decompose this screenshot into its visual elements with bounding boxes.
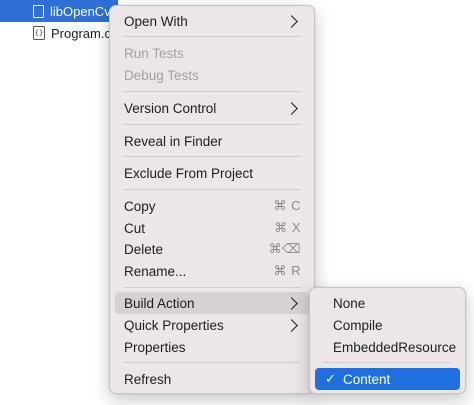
menu-item-rename[interactable]: Rename... ⌘ R [115, 260, 309, 282]
code-file-icon: {} [33, 26, 45, 40]
menu-item-reveal-in-finder[interactable]: Reveal in Finder [115, 130, 309, 152]
menu-separator [124, 124, 300, 125]
shortcut-label: ⌘ X [274, 220, 301, 235]
menu-item-refresh[interactable]: Refresh [115, 368, 309, 390]
chevron-right-icon [285, 318, 298, 332]
file-icon [33, 4, 44, 18]
menu-separator [324, 362, 451, 363]
shortcut-label: ⌘ R [273, 263, 301, 278]
checkmark-icon: ✓ [325, 371, 336, 386]
menu-separator [124, 362, 300, 363]
shortcut-label: ⌘⌫ [268, 241, 301, 256]
menu-item-exclude-from-project[interactable]: Exclude From Project [115, 162, 309, 184]
submenu-item-compile[interactable]: Compile [315, 314, 460, 336]
menu-separator [124, 189, 300, 190]
chevron-right-icon [285, 101, 298, 115]
menu-item-copy[interactable]: Copy ⌘ C [115, 195, 309, 217]
menu-item-build-action[interactable]: Build Action [115, 292, 309, 314]
tree-item-label: libOpenCvSh [50, 3, 118, 19]
shortcut-label: ⌘ C [273, 198, 301, 213]
menu-item-version-control[interactable]: Version Control [115, 97, 309, 119]
menu-separator [124, 156, 300, 157]
menu-item-run-tests: Run Tests [124, 45, 184, 61]
tree-item-program-cs[interactable]: {} Program.cs [0, 22, 118, 44]
menu-item-properties[interactable]: Properties [115, 336, 309, 358]
chevron-right-icon [285, 296, 298, 310]
menu-item-debug-tests: Debug Tests [124, 67, 199, 83]
tree-item-label: Program.cs [51, 25, 118, 41]
menu-separator [124, 36, 300, 37]
build-action-submenu: None Compile EmbeddedResource ✓ Content [309, 287, 466, 394]
submenu-item-none[interactable]: None [315, 292, 460, 314]
menu-item-open-with[interactable]: Open With [115, 10, 309, 32]
chevron-right-icon [285, 14, 298, 28]
menu-item-cut[interactable]: Cut ⌘ X [115, 217, 309, 239]
menu-item-quick-properties[interactable]: Quick Properties [115, 314, 309, 336]
submenu-item-embedded-resource[interactable]: EmbeddedResource [315, 336, 460, 358]
menu-separator [124, 287, 300, 288]
menu-separator [124, 91, 300, 92]
tree-item-libopencv[interactable]: libOpenCvSh [0, 0, 118, 22]
context-menu: Open With Run Tests Debug Tests Version … [109, 5, 315, 394]
menu-item-delete[interactable]: Delete ⌘⌫ [115, 238, 309, 260]
submenu-item-content[interactable]: ✓ Content [315, 368, 460, 390]
